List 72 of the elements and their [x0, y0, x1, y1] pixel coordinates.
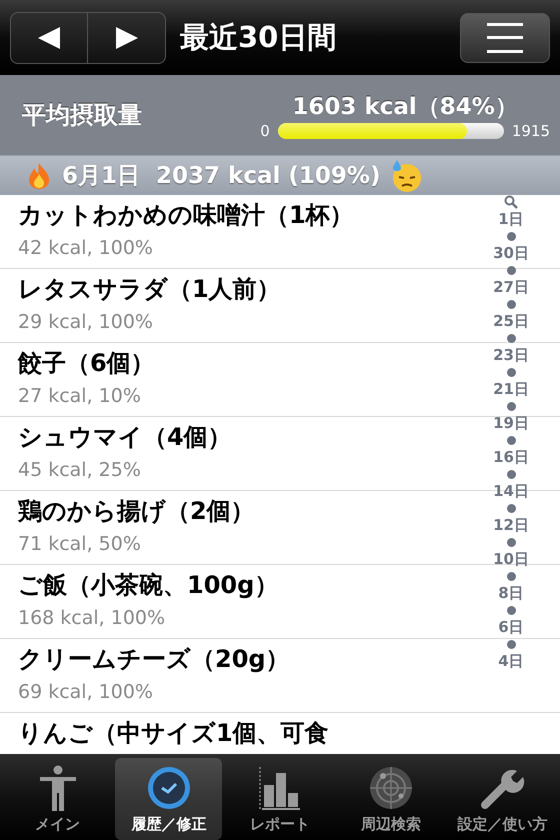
index-item[interactable]: 12日 [493, 515, 529, 536]
index-item[interactable]: 23日 [493, 345, 529, 366]
index-item[interactable]: 14日 [493, 481, 529, 502]
index-item[interactable]: 6日 [498, 617, 524, 638]
tab[interactable]: 周辺検索 [338, 758, 445, 840]
index-dot [506, 300, 516, 309]
index-item[interactable]: 25日 [493, 311, 529, 332]
bar-max-label: 1915 [512, 122, 550, 140]
food-name: 餃子（6個） [18, 348, 156, 379]
menu-button[interactable] [460, 12, 550, 62]
index-item[interactable]: 10日 [493, 549, 529, 570]
index-dot [506, 538, 516, 547]
food-detail: 168 kcal, 100% [18, 606, 166, 631]
index-dot [506, 368, 516, 377]
food-name: りんご（中サイズ1個、可食 [18, 718, 330, 749]
index-item[interactable]: 4日 [498, 651, 524, 672]
flame-icon [26, 162, 52, 190]
next-button[interactable] [88, 12, 166, 64]
index-dot [506, 436, 516, 445]
index-item[interactable]: 30日 [493, 243, 529, 264]
food-detail: 29 kcal, 100% [18, 310, 154, 335]
average-intake-value: 1603 kcal（84%） [292, 92, 518, 122]
previous-button[interactable] [10, 12, 88, 64]
food-detail: 45 kcal, 25% [18, 458, 142, 483]
menu-icon [487, 22, 523, 54]
right-arrow-icon [114, 26, 140, 50]
food-name: シュウマイ（4個） [18, 422, 233, 453]
index-item[interactable]: 19日 [493, 413, 529, 434]
food-row[interactable]: ご飯（小茶碗、100g） 168 kcal, 100% [0, 565, 476, 639]
index-item[interactable]: 16日 [493, 447, 529, 468]
index-dot [506, 606, 516, 615]
nav-title: 最近30日間 [180, 18, 338, 56]
tab[interactable]: メイン [4, 758, 112, 840]
index-item[interactable]: 21日 [493, 379, 529, 400]
food-name: カットわかめの味噌汁（1杯） [18, 200, 355, 231]
food-row[interactable]: レタスサラダ（1人前） 29 kcal, 100% [0, 269, 476, 343]
food-row[interactable]: カットわかめの味噌汁（1杯） 42 kcal, 100% [0, 195, 476, 269]
food-detail: 69 kcal, 100% [18, 680, 154, 705]
clock-icon [146, 764, 192, 810]
section-title: 6月1日 2037 kcal (109%) [62, 162, 380, 191]
tab[interactable]: 設定／使い方 [448, 758, 556, 840]
index-dot [506, 402, 516, 411]
food-detail: 71 kcal, 50% [18, 532, 142, 557]
food-detail: 42 kcal, 100% [18, 236, 154, 261]
food-row[interactable]: シュウマイ（4個） 45 kcal, 25% [0, 417, 476, 491]
radar-icon [368, 764, 414, 810]
index-dot [506, 232, 516, 241]
food-row[interactable]: 餃子（6個） 27 kcal, 10% [0, 343, 476, 417]
food-name: 鶏のから揚げ（2個） [18, 496, 256, 527]
person-icon [38, 764, 78, 810]
food-row[interactable]: 鶏のから揚げ（2個） 71 kcal, 50% [0, 491, 476, 565]
food-detail: 27 kcal, 10% [18, 384, 142, 409]
food-name: ご飯（小茶碗、100g） [18, 570, 280, 601]
index-item[interactable]: 27日 [493, 277, 529, 298]
index-dot [506, 572, 516, 581]
index-dot [506, 334, 516, 343]
food-name: クリームチーズ（20g） [18, 644, 291, 675]
bar-chart-icon [258, 764, 302, 810]
index-dot [506, 640, 516, 649]
food-row[interactable]: クリームチーズ（20g） 69 kcal, 100% [0, 639, 476, 713]
index-dot [506, 504, 516, 513]
food-name: レタスサラダ（1人前） [18, 274, 282, 305]
index-dot [506, 266, 516, 275]
index-dot [506, 470, 516, 479]
summary-label: 平均摂取量 [22, 100, 143, 131]
index-item[interactable]: 1日 [498, 209, 524, 230]
left-arrow-icon [36, 26, 62, 50]
search-icon [504, 195, 518, 209]
index-item[interactable]: 8日 [498, 583, 524, 604]
tab[interactable]: 履歴／修正 [115, 758, 222, 840]
bar-min-label: 0 [260, 122, 270, 140]
tab[interactable]: レポート [226, 758, 334, 840]
